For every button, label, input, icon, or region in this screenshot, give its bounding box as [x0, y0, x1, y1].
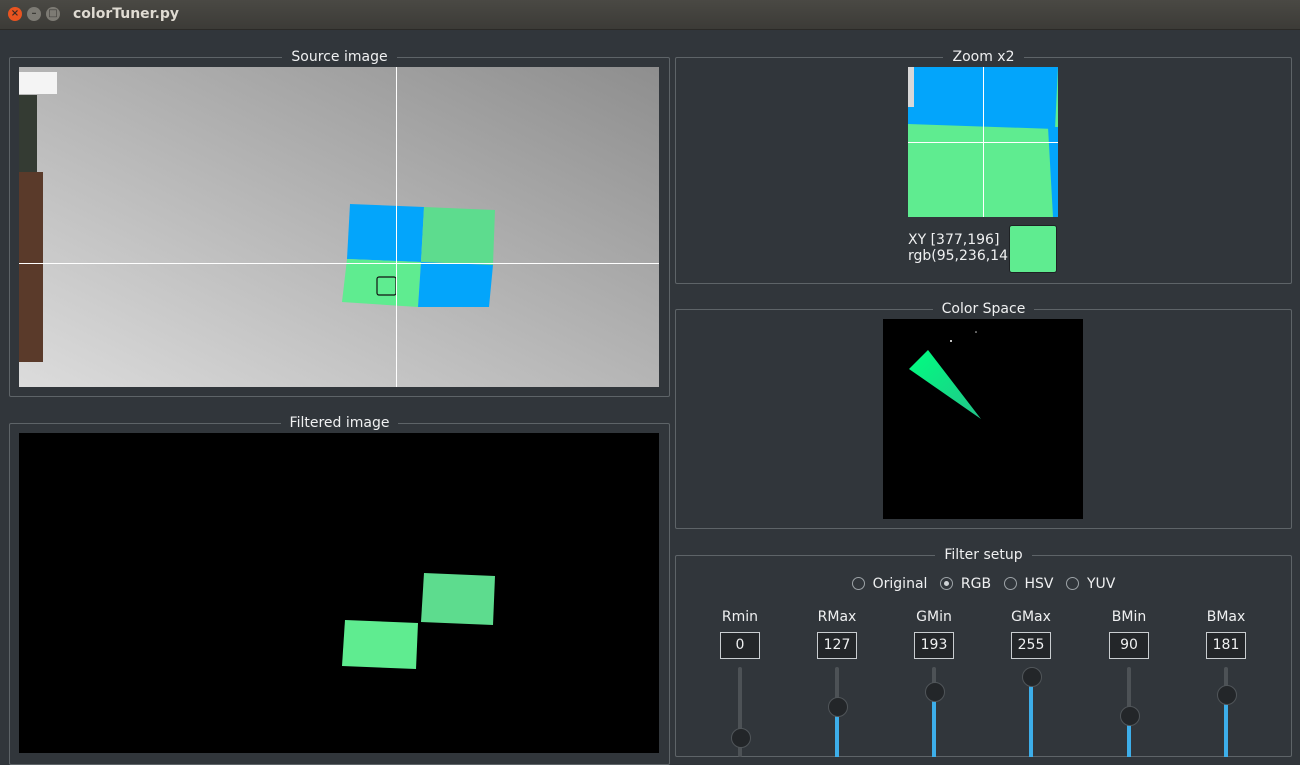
color-space-canvas	[883, 319, 1083, 519]
rmin-slider[interactable]	[730, 667, 751, 757]
gmax-slider[interactable]	[1021, 667, 1042, 757]
close-icon[interactable]: ×	[8, 7, 22, 21]
filter-setup-group: Filter setup Original RGB HSV YUV Rmin 0…	[675, 547, 1292, 757]
color-space-plot	[909, 331, 981, 419]
color-swatch	[1009, 225, 1057, 273]
mode-radio-group: Original RGB HSV YUV	[676, 576, 1291, 592]
channel-rmin: Rmin 0	[710, 608, 770, 757]
filtered-image-canvas	[19, 433, 659, 753]
bmin-slider[interactable]	[1119, 667, 1140, 757]
channel-label: GMax	[1011, 609, 1051, 625]
rmax-slider[interactable]	[827, 667, 848, 757]
filtered-image	[342, 573, 495, 669]
xy-label: XY [377,196]	[908, 232, 1000, 248]
source-image-group: Source image	[9, 49, 670, 397]
color-space-title: Color Space	[932, 301, 1035, 317]
mode-option-hsv[interactable]: HSV	[1003, 576, 1054, 592]
slider-handle[interactable]	[731, 727, 751, 748]
filter-setup-title: Filter setup	[935, 547, 1032, 563]
radio-icon	[1003, 577, 1017, 590]
slider-handle[interactable]	[1217, 684, 1237, 705]
zoom-group: Zoom x2 XY [377,196] rgb(95,236,144)	[675, 49, 1292, 284]
radio-icon	[1065, 577, 1079, 590]
radio-icon	[851, 577, 865, 590]
bmin-spinbox[interactable]: 90	[1109, 632, 1149, 659]
zoom-canvas	[908, 67, 1058, 217]
radio-selected-icon	[939, 577, 953, 590]
mode-option-original[interactable]: Original	[851, 576, 927, 592]
coordinates-readout: XY [377,196] rgb(95,236,144)	[908, 232, 1008, 264]
channel-label: Rmin	[721, 609, 759, 625]
filtered-image-title: Filtered image	[280, 415, 399, 431]
zoom-image	[908, 67, 1058, 217]
channel-bmax: BMax 181	[1196, 608, 1256, 757]
channel-bmin: BMin 90	[1099, 608, 1159, 757]
channel-label: BMin	[1111, 609, 1147, 625]
gmax-spinbox[interactable]: 255	[1011, 632, 1051, 659]
patch-green-2	[342, 259, 421, 307]
crosshair-vertical	[396, 67, 397, 387]
filtered-image-group: Filtered image	[9, 415, 670, 765]
patch-blue-1	[347, 204, 424, 262]
channel-label: GMin	[916, 609, 952, 625]
crosshair-horizontal	[19, 263, 659, 264]
slider-fill	[1029, 676, 1033, 757]
rmin-spinbox[interactable]: 0	[720, 632, 760, 659]
gmin-spinbox[interactable]: 193	[914, 632, 954, 659]
channel-rmax: RMax 127	[807, 608, 867, 757]
slider-handle[interactable]	[1120, 706, 1140, 727]
color-space-group: Color Space	[675, 301, 1292, 529]
slider-handle[interactable]	[925, 681, 945, 702]
patch-green-1	[421, 207, 495, 265]
mode-option-yuv[interactable]: YUV	[1065, 576, 1115, 592]
slider-handle[interactable]	[828, 697, 848, 718]
zoom-title: Zoom x2	[943, 49, 1024, 65]
source-image-canvas[interactable]	[19, 67, 659, 387]
source-image	[19, 67, 659, 387]
filtered-patch-2	[342, 620, 418, 669]
filtered-patch-1	[421, 573, 495, 625]
maximize-icon[interactable]: □	[46, 7, 60, 21]
window-title: colorTuner.py	[73, 6, 180, 22]
gmin-slider[interactable]	[924, 667, 945, 757]
source-image-title: Source image	[282, 49, 397, 65]
bmax-slider[interactable]	[1216, 667, 1237, 757]
title-bar: × – □ colorTuner.py	[0, 0, 1300, 30]
channel-label: BMax	[1206, 609, 1246, 625]
rgb-label: rgb(95,236,144)	[908, 248, 1008, 264]
bmax-spinbox[interactable]: 181	[1206, 632, 1246, 659]
channel-gmin: GMin 193	[904, 608, 964, 757]
rmax-spinbox[interactable]: 127	[817, 632, 857, 659]
patch-blue-2	[418, 262, 493, 307]
minimize-icon[interactable]: –	[27, 7, 41, 21]
channel-label: RMax	[817, 609, 857, 625]
mode-option-rgb[interactable]: RGB	[939, 576, 991, 592]
slider-handle[interactable]	[1022, 667, 1042, 687]
channel-gmax: GMax 255	[1001, 608, 1061, 757]
